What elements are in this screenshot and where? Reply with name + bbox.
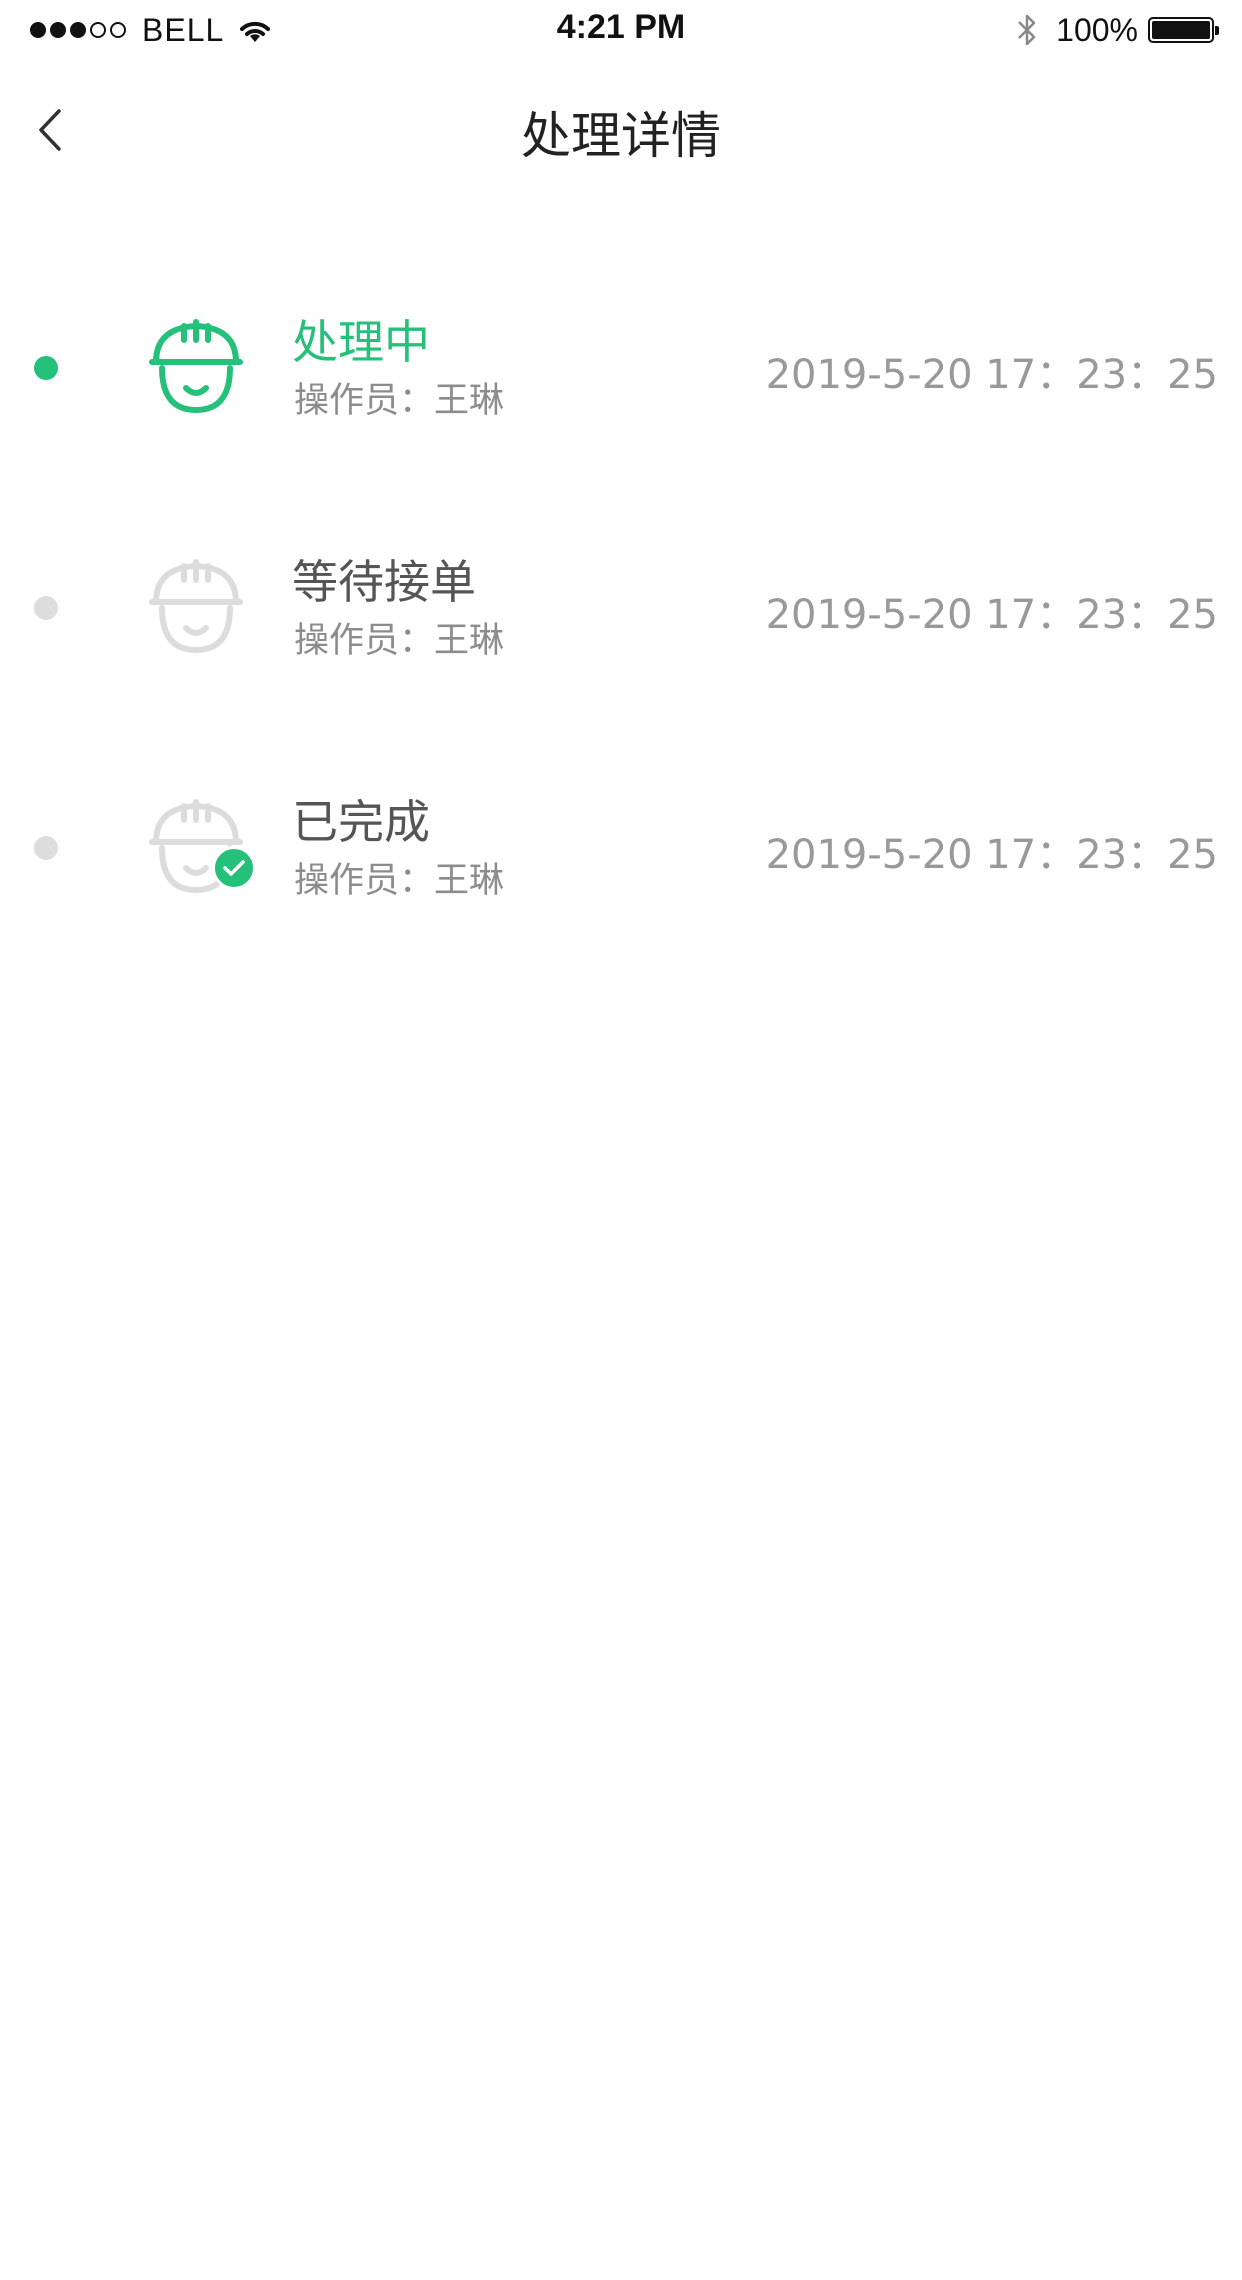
timeline-dot (34, 836, 58, 860)
timeline-step-title: 处理中 (292, 315, 430, 369)
battery-cap (1215, 26, 1219, 35)
timeline-step-operator: 操作员：王琳 (294, 381, 505, 421)
battery-percentage: 100% (1056, 11, 1138, 48)
battery-fill (1152, 21, 1210, 39)
timeline-step-operator: 操作员：王琳 (294, 621, 505, 661)
timeline-step-operator: 操作员：王琳 (294, 861, 505, 901)
timeline-step-time: 2019-5-20 17：23：25 (765, 832, 1218, 878)
timeline-step-title: 已完成 (292, 795, 430, 849)
nav-bar: 处理详情 (0, 70, 1242, 190)
worker-helmet-icon (146, 550, 246, 660)
bluetooth-icon (1018, 14, 1036, 46)
process-timeline: 处理中 操作员：王琳 2019-5-20 17：23：25 等待接单 操作员：王… (0, 280, 1242, 1000)
status-bar: BELL 4:21 PM 100% (0, 0, 1242, 60)
worker-helmet-icon (146, 310, 246, 420)
timeline-step-processing: 处理中 操作员：王琳 2019-5-20 17：23：25 (0, 280, 1242, 520)
worker-helmet-check-icon (146, 790, 256, 900)
timeline-step-title: 等待接单 (292, 555, 476, 609)
battery-icon (1148, 17, 1219, 43)
timeline-step-completed: 已完成 操作员：王琳 2019-5-20 17：23：25 (0, 760, 1242, 1000)
timeline-step-time: 2019-5-20 17：23：25 (765, 592, 1218, 638)
status-right: 100% (1016, 10, 1219, 50)
timeline-step-waiting: 等待接单 操作员：王琳 2019-5-20 17：23：25 (0, 520, 1242, 760)
timeline-dot (34, 596, 58, 620)
page-title: 处理详情 (521, 107, 721, 165)
checkmark-badge-icon (212, 846, 256, 890)
timeline-dot (34, 356, 58, 380)
timeline-step-time: 2019-5-20 17：23：25 (765, 352, 1218, 398)
